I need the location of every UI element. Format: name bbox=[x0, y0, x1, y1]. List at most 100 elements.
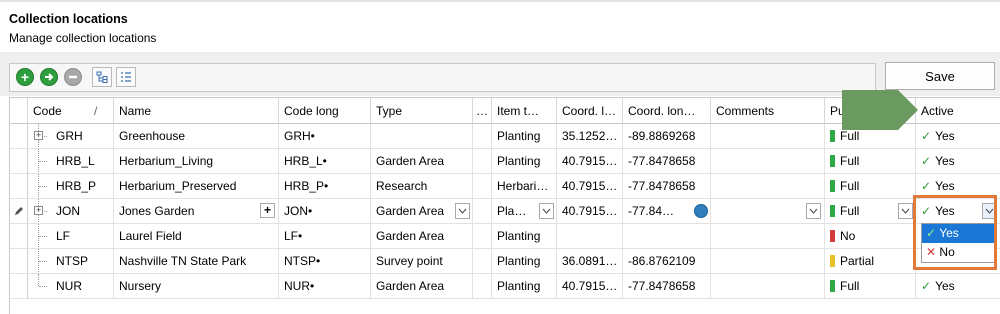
remove-icon[interactable] bbox=[64, 68, 82, 86]
cell-code-long[interactable]: NUR• bbox=[279, 274, 371, 299]
column-header-code[interactable]: Code / bbox=[28, 98, 114, 124]
column-header-more[interactable]: … bbox=[473, 98, 492, 124]
cell-item-type[interactable]: Planting bbox=[492, 249, 557, 274]
cell-code-long[interactable]: NTSP• bbox=[279, 249, 371, 274]
cell-code[interactable]: NTSP bbox=[28, 249, 114, 274]
cell-item-type[interactable]: Planting bbox=[492, 274, 557, 299]
row-indicator[interactable] bbox=[10, 199, 28, 224]
cell-coord-lat[interactable] bbox=[557, 224, 623, 249]
column-header-active[interactable]: Active bbox=[916, 98, 1000, 124]
cell-purpose[interactable]: Full bbox=[825, 274, 916, 299]
cell-more[interactable] bbox=[473, 124, 492, 149]
cell-purpose[interactable]: Full bbox=[825, 149, 916, 174]
cell-comments[interactable] bbox=[711, 224, 825, 249]
cell-comments[interactable] bbox=[711, 174, 825, 199]
add-child-button[interactable]: + bbox=[260, 203, 275, 218]
column-header-type[interactable]: Type bbox=[371, 98, 473, 124]
cell-purpose[interactable]: No bbox=[825, 224, 916, 249]
cell-coord-lat[interactable]: 40.7915… bbox=[557, 174, 623, 199]
cell-more[interactable] bbox=[473, 174, 492, 199]
cell-code[interactable]: HRB_L bbox=[28, 149, 114, 174]
cell-code[interactable]: LF bbox=[28, 224, 114, 249]
cell-more[interactable] bbox=[473, 199, 492, 224]
expand-icon[interactable]: + bbox=[34, 131, 43, 140]
column-header-code-long[interactable]: Code long bbox=[279, 98, 371, 124]
cell-name[interactable]: Nursery bbox=[114, 274, 279, 299]
cell-more[interactable] bbox=[473, 249, 492, 274]
row-indicator[interactable] bbox=[10, 274, 28, 299]
arrow-right-icon[interactable] bbox=[40, 68, 58, 86]
cell-name[interactable]: Herbarium_Preserved bbox=[114, 174, 279, 199]
cell-code-long[interactable]: HRB_L• bbox=[279, 149, 371, 174]
cell-coord-lat[interactable]: 35.1252… bbox=[557, 124, 623, 149]
cell-more[interactable] bbox=[473, 149, 492, 174]
cell-name[interactable]: Greenhouse bbox=[114, 124, 279, 149]
row-indicator[interactable] bbox=[10, 124, 28, 149]
comments-dropdown-button[interactable] bbox=[806, 203, 821, 219]
globe-icon[interactable] bbox=[694, 204, 708, 218]
cell-purpose[interactable]: Partial bbox=[825, 249, 916, 274]
cell-code-long[interactable]: GRH• bbox=[279, 124, 371, 149]
cell-name[interactable]: Herbarium_Living bbox=[114, 149, 279, 174]
cell-type[interactable]: Garden Area bbox=[371, 274, 473, 299]
cell-item-type[interactable]: Pla… bbox=[492, 199, 557, 224]
cell-coord-lon[interactable]: -77.8478658 bbox=[623, 149, 711, 174]
cell-coord-lon[interactable]: -77.8478658 bbox=[623, 174, 711, 199]
cell-coord-lon[interactable]: -86.8762109 bbox=[623, 249, 711, 274]
cell-type[interactable]: Garden Area bbox=[371, 224, 473, 249]
cell-type[interactable]: Research bbox=[371, 174, 473, 199]
row-indicator[interactable] bbox=[10, 149, 28, 174]
cell-coord-lat[interactable]: 36.0891… bbox=[557, 249, 623, 274]
column-header-name[interactable]: Name bbox=[114, 98, 279, 124]
cell-item-type[interactable]: Planting bbox=[492, 224, 557, 249]
column-header-coord-lon[interactable]: Coord. lon… bbox=[623, 98, 711, 124]
cell-purpose[interactable]: Full bbox=[825, 174, 916, 199]
cell-comments[interactable] bbox=[711, 124, 825, 149]
cell-item-type[interactable]: Planting bbox=[492, 124, 557, 149]
cell-active[interactable]: ✓ Yes bbox=[916, 274, 1000, 299]
cell-active[interactable]: ✓ Yes bbox=[916, 124, 1000, 149]
type-dropdown-button[interactable] bbox=[455, 203, 470, 219]
tree-view-icon[interactable] bbox=[92, 67, 112, 87]
column-header-item-type[interactable]: Item t… bbox=[492, 98, 557, 124]
cell-name[interactable]: Jones Garden + bbox=[114, 199, 279, 224]
cell-code[interactable]: HRB_P bbox=[28, 174, 114, 199]
cell-code-long[interactable]: LF• bbox=[279, 224, 371, 249]
cell-item-type[interactable]: Planting bbox=[492, 149, 557, 174]
cell-coord-lon[interactable]: -89.8869268 bbox=[623, 124, 711, 149]
cell-type[interactable]: Garden Area bbox=[371, 199, 473, 224]
list-view-icon[interactable] bbox=[116, 67, 136, 87]
cell-coord-lon[interactable] bbox=[623, 224, 711, 249]
cell-comments[interactable] bbox=[711, 274, 825, 299]
cell-code-long[interactable]: JON• bbox=[279, 199, 371, 224]
cell-comments[interactable] bbox=[711, 199, 825, 224]
cell-type[interactable]: Garden Area bbox=[371, 149, 473, 174]
cell-coord-lat[interactable]: 40.7915… bbox=[557, 149, 623, 174]
column-header-coord-lat[interactable]: Coord. l… bbox=[557, 98, 623, 124]
cell-purpose[interactable]: Full bbox=[825, 199, 916, 224]
row-indicator[interactable] bbox=[10, 174, 28, 199]
purpose-dropdown-button[interactable] bbox=[898, 203, 913, 219]
cell-more[interactable] bbox=[473, 274, 492, 299]
cell-item-type[interactable]: Herbari… bbox=[492, 174, 557, 199]
cell-code[interactable]: NUR bbox=[28, 274, 114, 299]
cell-type[interactable]: Survey point bbox=[371, 249, 473, 274]
cell-name[interactable]: Nashville TN State Park bbox=[114, 249, 279, 274]
cell-code[interactable]: JON + bbox=[28, 199, 114, 224]
cell-name[interactable]: Laurel Field bbox=[114, 224, 279, 249]
cell-coord-lon[interactable]: -77.8478658 bbox=[623, 274, 711, 299]
cell-active[interactable]: ✓ Yes bbox=[916, 149, 1000, 174]
row-indicator[interactable] bbox=[10, 224, 28, 249]
cell-coord-lat[interactable]: 40.7915… bbox=[557, 199, 623, 224]
cell-code-long[interactable]: HRB_P• bbox=[279, 174, 371, 199]
save-button[interactable]: Save bbox=[885, 62, 995, 90]
cell-more[interactable] bbox=[473, 224, 492, 249]
cell-coord-lon[interactable]: -77.84… bbox=[623, 199, 711, 224]
cell-code[interactable]: GRH + bbox=[28, 124, 114, 149]
add-icon[interactable]: + bbox=[16, 68, 34, 86]
column-header-comments[interactable]: Comments bbox=[711, 98, 825, 124]
cell-comments[interactable] bbox=[711, 149, 825, 174]
cell-coord-lat[interactable]: 40.7915… bbox=[557, 274, 623, 299]
item-type-dropdown-button[interactable] bbox=[539, 203, 554, 219]
cell-comments[interactable] bbox=[711, 249, 825, 274]
